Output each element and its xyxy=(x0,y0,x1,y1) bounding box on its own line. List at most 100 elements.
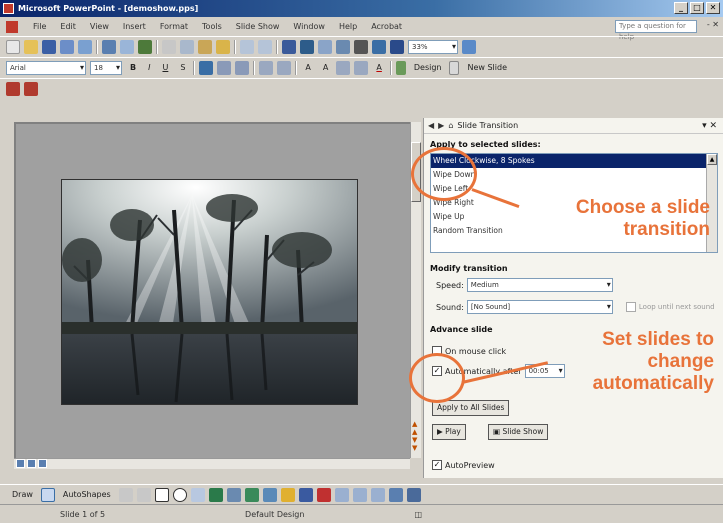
ask-question-box[interactable]: Type a question for help xyxy=(615,20,697,41)
font-color-draw-icon[interactable] xyxy=(316,487,331,502)
color-icon[interactable] xyxy=(390,39,404,54)
sorter-view-icon[interactable] xyxy=(27,459,36,468)
document-icon[interactable] xyxy=(6,20,18,33)
menu-insert[interactable]: Insert xyxy=(116,22,153,31)
increase-font-icon[interactable]: A xyxy=(301,63,314,72)
scroll-up-icon[interactable]: ▲ xyxy=(707,154,717,165)
maximize-button[interactable]: □ xyxy=(690,2,704,14)
speed-select[interactable]: Medium xyxy=(466,278,613,292)
loop-checkbox[interactable] xyxy=(625,302,636,312)
fill-color-icon[interactable] xyxy=(280,487,295,502)
back-icon[interactable]: ◀ xyxy=(428,121,434,130)
3d-style-icon[interactable] xyxy=(406,487,421,502)
dash-style-icon[interactable] xyxy=(352,487,367,502)
zoom-select[interactable]: 33% xyxy=(408,39,458,54)
slide-horizontal-scrollbar[interactable] xyxy=(14,458,410,469)
email-icon[interactable] xyxy=(78,39,92,54)
document-close-button[interactable]: - ✕ xyxy=(707,20,719,29)
decrease-font-icon[interactable]: A xyxy=(319,63,332,72)
slide-nav-arrows[interactable]: ▲ ▲ ▼ ▼ xyxy=(412,420,417,452)
save-icon[interactable] xyxy=(42,39,56,54)
menu-file[interactable]: File xyxy=(26,22,53,31)
clipart-icon[interactable] xyxy=(244,487,259,502)
print-icon[interactable] xyxy=(102,39,116,54)
print-preview-icon[interactable] xyxy=(120,39,134,54)
textbox-icon[interactable] xyxy=(190,487,205,502)
menu-window[interactable]: Window xyxy=(286,22,332,31)
play-button[interactable]: ▶ Play xyxy=(432,424,466,440)
help-icon[interactable] xyxy=(462,39,476,54)
underline-button[interactable]: U xyxy=(158,63,172,72)
table-icon[interactable] xyxy=(300,39,314,54)
bullets-icon[interactable] xyxy=(277,60,292,75)
line-style-icon[interactable] xyxy=(334,487,349,502)
apply-all-slides-button[interactable]: Apply to All Slides xyxy=(432,400,510,416)
line-color-icon[interactable] xyxy=(298,487,313,502)
menu-acrobat[interactable]: Acrobat xyxy=(364,22,409,31)
chart-icon[interactable] xyxy=(318,39,332,54)
align-center-icon[interactable] xyxy=(217,60,232,75)
font-color-icon[interactable]: A xyxy=(372,63,385,72)
status-bar: Slide 1 of 5 Default Design ◫ xyxy=(0,504,723,523)
diagram-icon[interactable] xyxy=(226,487,241,502)
sound-row: Sound: [No Sound] Loop until next sound xyxy=(436,300,715,314)
arrow-icon[interactable] xyxy=(136,487,151,502)
redo-icon[interactable] xyxy=(258,39,272,54)
new-icon[interactable] xyxy=(6,39,20,54)
spelling-icon[interactable] xyxy=(138,39,152,54)
pdf-icon[interactable] xyxy=(6,81,20,96)
picture-icon[interactable] xyxy=(262,487,277,502)
rectangle-icon[interactable] xyxy=(154,487,169,502)
expand-icon[interactable] xyxy=(336,39,350,54)
menu-view[interactable]: View xyxy=(83,22,116,31)
copy-icon[interactable] xyxy=(180,39,194,54)
autoshapes-menu[interactable]: AutoShapes xyxy=(59,490,115,499)
hyperlink-icon[interactable] xyxy=(282,39,296,54)
grayscale-icon[interactable] xyxy=(372,39,386,54)
slideshow-view-icon[interactable] xyxy=(38,459,47,468)
italic-button[interactable]: I xyxy=(144,63,154,72)
paste-icon[interactable] xyxy=(198,39,212,54)
cut-icon[interactable] xyxy=(162,39,176,54)
shadow-button[interactable]: S xyxy=(176,63,189,72)
menu-edit[interactable]: Edit xyxy=(53,22,83,31)
decrease-indent-icon[interactable] xyxy=(336,60,351,75)
undo-icon[interactable] xyxy=(240,39,254,54)
forward-icon[interactable]: ▶ xyxy=(438,121,444,130)
permission-icon[interactable] xyxy=(60,39,74,54)
close-button[interactable]: ✕ xyxy=(706,2,720,14)
autopreview-checkbox[interactable]: ✓ xyxy=(432,460,442,470)
menu-help[interactable]: Help xyxy=(332,22,364,31)
slide-photo[interactable] xyxy=(61,179,358,405)
task-pane-close-icon[interactable]: ▾ ✕ xyxy=(702,121,717,131)
open-icon[interactable] xyxy=(24,39,38,54)
minimize-button[interactable]: _ xyxy=(674,2,688,14)
design-button[interactable]: Design xyxy=(410,63,446,72)
align-left-icon[interactable] xyxy=(199,60,214,75)
home-icon[interactable]: ⌂ xyxy=(448,121,453,130)
pdf-email-icon[interactable] xyxy=(24,81,38,96)
sound-select[interactable]: [No Sound] xyxy=(466,300,613,314)
menu-tools[interactable]: Tools xyxy=(195,22,229,31)
line-icon[interactable] xyxy=(118,487,133,502)
slide-show-button[interactable]: ▣ Slide Show xyxy=(488,424,549,440)
show-formatting-icon[interactable] xyxy=(354,39,368,54)
numbering-icon[interactable] xyxy=(259,60,274,75)
menu-slide-show[interactable]: Slide Show xyxy=(229,22,287,31)
font-select[interactable]: Arial xyxy=(6,60,86,75)
oval-icon[interactable] xyxy=(172,487,187,502)
arrow-style-icon[interactable] xyxy=(370,487,385,502)
normal-view-icon[interactable] xyxy=(16,459,25,468)
align-right-icon[interactable] xyxy=(235,60,250,75)
shadow-style-icon[interactable] xyxy=(388,487,403,502)
bold-button[interactable]: B xyxy=(126,63,140,72)
wordart-icon[interactable] xyxy=(208,487,223,502)
increase-indent-icon[interactable] xyxy=(354,60,369,75)
menu-format[interactable]: Format xyxy=(153,22,195,31)
draw-menu[interactable]: Draw xyxy=(8,490,37,499)
new-slide-button[interactable]: New Slide xyxy=(463,63,511,72)
select-pointer-icon[interactable] xyxy=(40,487,55,502)
font-size-select[interactable]: 18 xyxy=(90,60,122,75)
auto-callout: Set slides to change automatically xyxy=(520,329,714,395)
format-painter-icon[interactable] xyxy=(216,39,230,54)
